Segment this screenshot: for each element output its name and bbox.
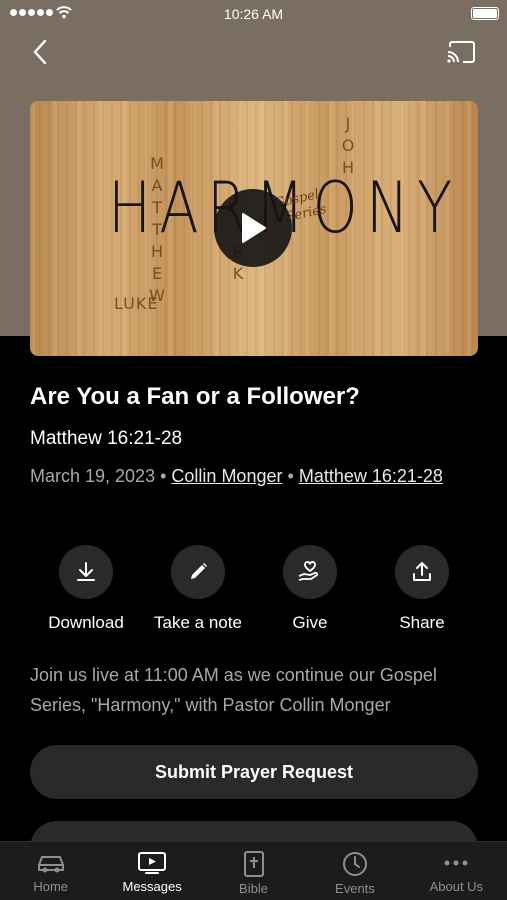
tab-home[interactable]: Home bbox=[0, 842, 101, 900]
tab-events-label: Events bbox=[335, 881, 375, 896]
tab-bar: Home Messages Bible Events About Us bbox=[0, 841, 507, 900]
play-button[interactable] bbox=[214, 189, 292, 267]
chevron-left-icon bbox=[33, 39, 47, 65]
cast-button[interactable] bbox=[443, 36, 479, 68]
cast-icon bbox=[447, 41, 475, 63]
battery-icon bbox=[471, 7, 499, 20]
take-note-label: Take a note bbox=[154, 613, 242, 632]
meta-separator: • bbox=[160, 466, 167, 486]
share-button[interactable]: Share bbox=[366, 545, 478, 633]
thumbnail-word-luke: LUKE bbox=[114, 294, 159, 313]
give-button[interactable]: Give bbox=[254, 545, 366, 633]
download-button[interactable]: Download bbox=[30, 545, 142, 633]
scripture-link[interactable]: Matthew 16:21-28 bbox=[299, 466, 443, 486]
sermon-description: Join us live at 11:00 AM as we continue … bbox=[30, 665, 437, 715]
sermon-thumbnail[interactable]: MATTHEW LUKE RK JOH HARMONY Gospel Serie… bbox=[30, 101, 478, 356]
download-icon bbox=[77, 562, 95, 581]
sermon-scripture: Matthew 16:21-28 bbox=[30, 428, 183, 449]
share-label: Share bbox=[399, 613, 445, 632]
sermon-meta: March 19, 2023 • Collin Monger • Matthew… bbox=[30, 463, 470, 490]
tab-about-us[interactable]: About Us bbox=[406, 842, 507, 900]
download-label: Download bbox=[48, 613, 124, 632]
tab-bible-label: Bible bbox=[239, 881, 268, 896]
tab-bible[interactable]: Bible bbox=[203, 842, 304, 900]
bible-icon bbox=[243, 851, 264, 877]
submit-prayer-request-button[interactable]: Submit Prayer Request bbox=[30, 745, 478, 799]
share-icon bbox=[413, 562, 431, 581]
sermon-title: Are You a Fan or a Follower? bbox=[30, 383, 360, 410]
play-icon bbox=[242, 213, 266, 243]
status-bar: 10:26 AM bbox=[0, 0, 507, 28]
more-icon bbox=[444, 860, 468, 866]
status-time: 10:26 AM bbox=[223, 6, 284, 22]
car-icon bbox=[37, 856, 64, 873]
tv-icon bbox=[138, 852, 167, 874]
back-button[interactable] bbox=[24, 36, 56, 68]
heart-hand-icon bbox=[298, 561, 319, 581]
clock-icon bbox=[342, 852, 367, 876]
tab-home-label: Home bbox=[33, 879, 69, 894]
tab-messages-label: Messages bbox=[122, 879, 182, 894]
give-label: Give bbox=[292, 613, 328, 632]
speaker-link[interactable]: Collin Monger bbox=[171, 466, 282, 486]
tab-messages[interactable]: Messages bbox=[101, 842, 202, 900]
pencil-icon bbox=[191, 563, 207, 579]
sermon-date: March 19, 2023 bbox=[30, 466, 156, 486]
tab-events[interactable]: Events bbox=[304, 842, 405, 900]
meta-separator: • bbox=[287, 466, 294, 486]
tab-about-us-label: About Us bbox=[429, 879, 484, 894]
action-row: Download Take a note Give Share bbox=[30, 545, 478, 633]
take-note-button[interactable]: Take a note bbox=[142, 545, 254, 633]
